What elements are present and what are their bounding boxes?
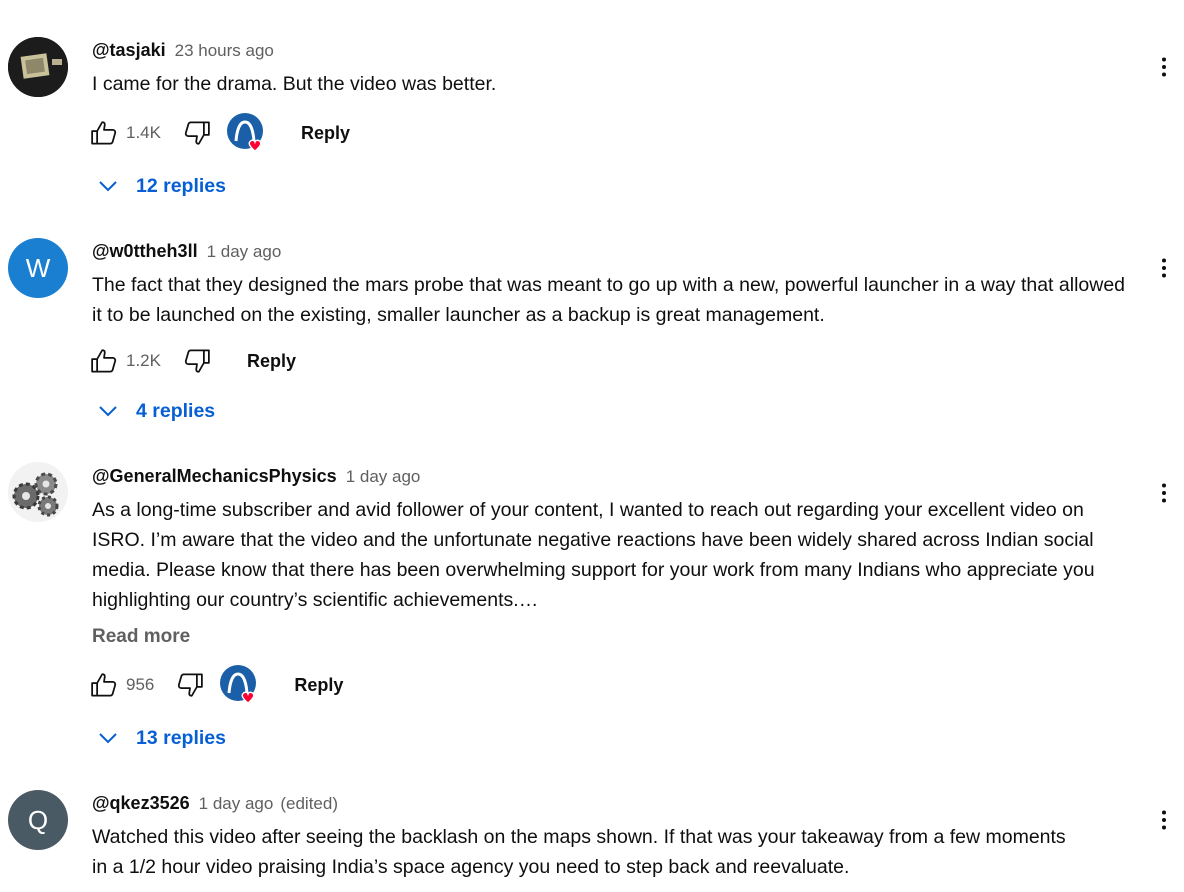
comment-text: As a long-time subscriber and avid follo… — [92, 499, 1095, 611]
reply-button[interactable]: Reply — [294, 675, 343, 696]
more-vertical-icon[interactable] — [1150, 250, 1178, 286]
like-count: 1.4K — [126, 123, 161, 142]
avatar-image — [8, 37, 68, 97]
author-name[interactable]: @w0ttheh3ll — [92, 241, 198, 261]
creator-heart-icon — [220, 665, 260, 705]
thumbs-up-icon[interactable] — [88, 117, 120, 149]
edited-label: (edited) — [280, 794, 338, 813]
replies-label: 12 replies — [136, 174, 226, 197]
timestamp[interactable]: 1 day ago — [199, 794, 274, 813]
comment-header: @GeneralMechanicsPhysics 1 day ago — [92, 465, 420, 488]
comment-text: Watched this video after seeing the back… — [92, 826, 1066, 878]
thumbs-up-icon[interactable] — [88, 345, 120, 377]
comment-actions: 1.4K Reply — [88, 113, 350, 153]
thumbs-down-icon[interactable] — [174, 669, 206, 701]
author-name[interactable]: @GeneralMechanicsPhysics — [92, 466, 337, 486]
more-vertical-icon[interactable] — [1150, 802, 1178, 838]
thumbs-down-icon[interactable] — [181, 117, 213, 149]
reply-button[interactable]: Reply — [247, 351, 296, 372]
replies-label: 13 replies — [136, 726, 226, 749]
comment-actions: 1.2K Reply — [88, 341, 296, 381]
view-replies-button[interactable]: 4 replies — [96, 399, 215, 423]
author-name[interactable]: @qkez3526 — [92, 793, 190, 813]
comment-actions: 956 Reply — [88, 665, 343, 705]
chevron-down-icon — [96, 726, 120, 750]
creator-heart-icon — [227, 113, 267, 153]
more-vertical-icon[interactable] — [1150, 49, 1178, 85]
comment-header: @qkez3526 1 day ago (edited) — [92, 792, 338, 815]
replies-label: 4 replies — [136, 399, 216, 422]
avatar[interactable]: W — [8, 238, 68, 298]
comment-text: I came for the drama. But the video was … — [92, 73, 497, 95]
avatar[interactable]: Q — [8, 790, 68, 850]
timestamp[interactable]: 23 hours ago — [175, 41, 274, 60]
like-count: 1.2K — [126, 351, 161, 370]
view-replies-button[interactable]: 13 replies — [96, 726, 226, 750]
author-name[interactable]: @tasjaki — [92, 40, 166, 60]
like-count: 956 — [126, 675, 155, 694]
timestamp[interactable]: 1 day ago — [207, 242, 282, 261]
avatar[interactable] — [8, 462, 68, 522]
read-more-button[interactable]: Read more — [92, 626, 190, 648]
comment-header: @w0ttheh3ll 1 day ago — [92, 240, 281, 263]
chevron-down-icon — [96, 174, 120, 198]
comment-header: @tasjaki 23 hours ago — [92, 39, 274, 62]
avatar[interactable] — [8, 37, 68, 97]
reply-button[interactable]: Reply — [301, 123, 350, 144]
comment-text: The fact that they designed the mars pro… — [92, 274, 1126, 326]
timestamp[interactable]: 1 day ago — [346, 467, 421, 486]
more-vertical-icon[interactable] — [1150, 475, 1178, 511]
gears-avatar-image — [8, 462, 68, 522]
view-replies-button[interactable]: 12 replies — [96, 174, 226, 198]
thumbs-up-icon[interactable] — [88, 669, 120, 701]
thumbs-down-icon[interactable] — [181, 345, 213, 377]
chevron-down-icon — [96, 399, 120, 423]
